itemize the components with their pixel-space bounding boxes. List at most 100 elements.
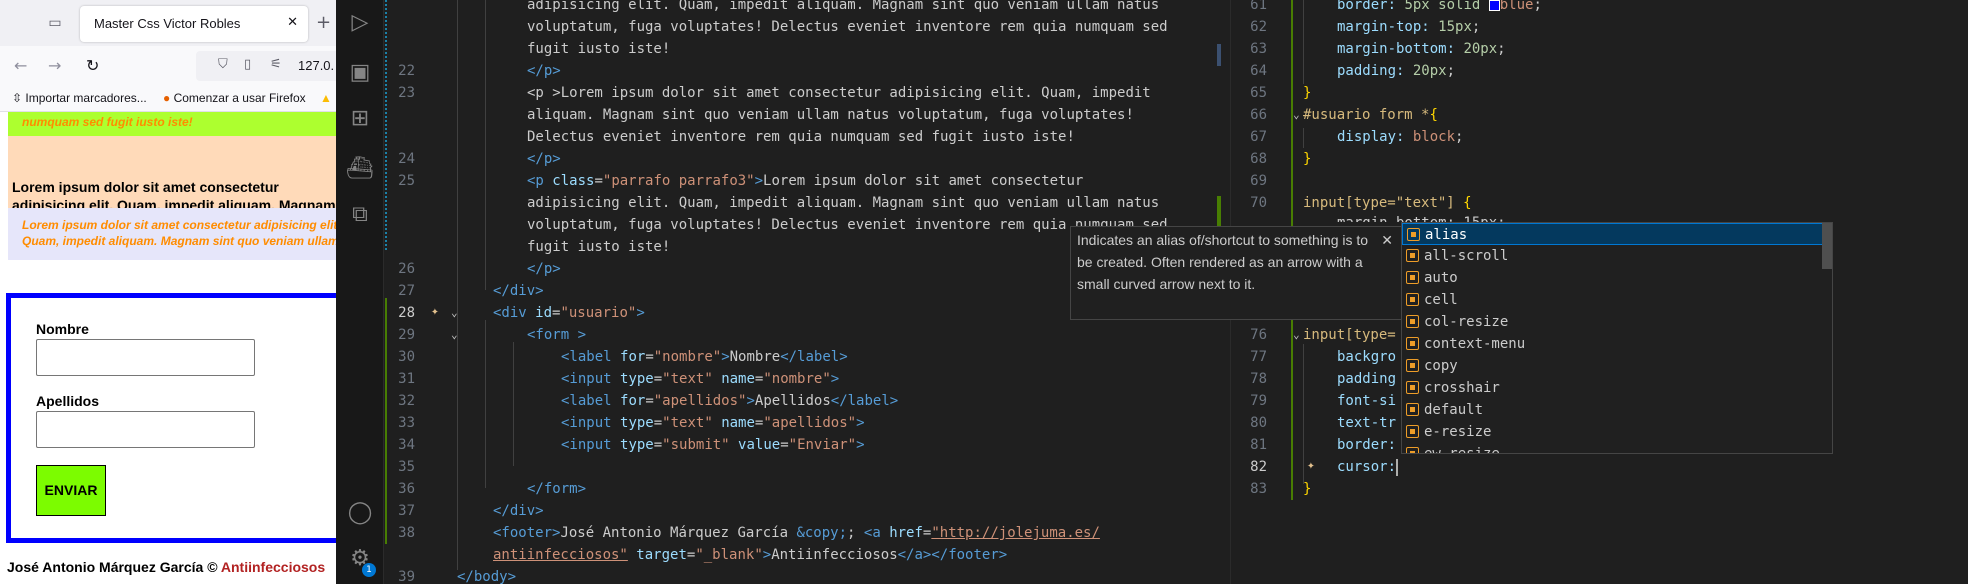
css-property: margin-bottom: (1337, 41, 1456, 57)
suggest-widget: alias all-scroll auto cell col-resize co… (1401, 222, 1833, 454)
target-value: "_blank" (695, 547, 763, 563)
nombre-input[interactable] (36, 339, 255, 376)
suggestion-item[interactable]: copy (1402, 355, 1832, 377)
apellidos-input[interactable] (36, 411, 255, 448)
css-property: margin-top: (1337, 19, 1430, 35)
suggestion-item[interactable]: cell (1402, 289, 1832, 311)
suggestion-label: default (1424, 402, 1484, 418)
back-icon[interactable]: ← (14, 56, 27, 75)
close-icon[interactable]: ✕ (287, 15, 298, 30)
indent-guide (457, 0, 458, 570)
css-property: border: (1337, 0, 1397, 13)
suggestion-label: alias (1425, 227, 1468, 243)
active-tab[interactable]: Master Css Victor Robles ✕ (80, 6, 308, 42)
css-line-68: } (1303, 151, 1312, 167)
line-number: 34 (398, 437, 415, 453)
bookmark-import-label: Importar marcadores... (25, 91, 147, 105)
suggestion-item[interactable]: alias (1402, 223, 1832, 245)
fold-chevron-icon[interactable]: ⌄ (451, 306, 458, 319)
line-number: 27 (398, 283, 415, 299)
type-value: "text" (662, 415, 713, 431)
reload-icon[interactable]: ↻ (86, 56, 99, 75)
copilot-sparkle-icon[interactable]: ✦ (431, 304, 439, 319)
suggestion-item[interactable]: auto (1402, 267, 1832, 289)
value-icon (1406, 447, 1419, 453)
href-value[interactable]: antiinfecciosos" (493, 547, 628, 563)
drive-icon[interactable]: ▲ (320, 91, 332, 105)
css-selector: [type="text"] (1345, 195, 1455, 211)
enviar-button[interactable]: ENVIAR (36, 465, 106, 516)
footer-link[interactable]: Antiinfecciosos (221, 559, 325, 575)
css-property: display: (1337, 129, 1405, 145)
code-line-27: </div> (493, 283, 544, 299)
fold-chevron-icon[interactable]: ⌄ (451, 328, 458, 341)
url-text[interactable]: 127.0. (298, 58, 334, 73)
css-line-61: border: 5px solid blue; (1337, 0, 1542, 16)
account-icon[interactable]: ◯ (336, 500, 384, 525)
settings-icon[interactable]: ⚙ (336, 546, 384, 571)
code-line-28: <div id="usuario"> (493, 305, 645, 321)
value-icon (1406, 403, 1419, 416)
close-icon[interactable]: ✕ (1381, 229, 1393, 251)
css-line-71-partial: margin-bottom: 15px; (1337, 212, 1506, 222)
code-line-26: </p> (527, 261, 561, 277)
css-line-80: text-tr (1337, 415, 1397, 431)
suggest-scrollbar[interactable] (1822, 223, 1832, 269)
shield-icon[interactable]: ⛉ (218, 57, 228, 72)
remote-explorer-icon[interactable]: ▣ (336, 60, 384, 85)
suggestion-item[interactable]: all-scroll (1402, 245, 1832, 267)
css-line-79: font-si (1337, 393, 1397, 409)
code-line-30: <label for="nombre">Nombre</label> (561, 349, 848, 365)
suggestion-item[interactable]: col-resize (1402, 311, 1832, 333)
bookmark-firefox[interactable]: ● Comenzar a usar Firefox (163, 91, 306, 105)
suggestion-label: ew-resize (1424, 446, 1500, 454)
type-value: "submit" (662, 437, 730, 453)
suggestion-item[interactable]: ew-resize (1402, 443, 1832, 454)
fold-chevron-icon[interactable]: ⌄ (1293, 108, 1300, 121)
suggestion-item[interactable]: e-resize (1402, 421, 1832, 443)
line-number: 30 (398, 349, 415, 365)
css-line-81: border: (1337, 437, 1397, 453)
footer-code-text: José Antonio Márquez García (560, 525, 797, 541)
value-icon (1406, 315, 1419, 328)
new-tab-icon[interactable]: + (316, 12, 331, 33)
fold-chevron-icon[interactable]: ⌄ (1293, 328, 1300, 341)
css-line-64: padding: 20px; (1337, 63, 1456, 79)
bookmark-import[interactable]: ⇳ Importar marcadores... (12, 91, 147, 105)
code-wrap-21-b: voluptatum, fuga voluptates! Delectus ev… (527, 19, 1168, 35)
page-icon[interactable]: ▯ (244, 57, 251, 72)
line-number: 61 (1250, 0, 1267, 13)
url-bar[interactable]: ⛉ ▯ ⚟ 127.0. (196, 51, 336, 81)
href-value[interactable]: "http://jolejuma.es/ (931, 525, 1100, 541)
line-number: 77 (1250, 349, 1267, 365)
minimap-marker (1217, 44, 1221, 66)
suggestion-label: context-menu (1424, 336, 1526, 352)
code-line-33: <input type="text" name="apellidos"> (561, 415, 865, 431)
run-debug-icon[interactable]: ▷ (336, 10, 384, 35)
suggestion-item[interactable]: context-menu (1402, 333, 1832, 355)
line-number: 65 (1250, 85, 1267, 101)
code-line-31: <input type="text" name="nombre"> (561, 371, 840, 387)
suggestion-item[interactable]: default (1402, 399, 1832, 421)
line-number: 31 (398, 371, 415, 387)
suggestion-item[interactable]: crosshair (1402, 377, 1832, 399)
line-number: 81 (1250, 437, 1267, 453)
line-number: 68 (1250, 151, 1267, 167)
live-share-icon[interactable]: ⧉ (336, 202, 384, 227)
docker-icon[interactable]: ⛴ (336, 156, 384, 181)
name-value: "apellidos" (763, 415, 857, 431)
type-value: "text" (662, 371, 713, 387)
entity: &copy; (796, 525, 848, 541)
bookmarks-toolbar: ⇳ Importar marcadores... ● Comenzar a us… (0, 86, 336, 112)
permissions-icon[interactable]: ⚟ (270, 57, 282, 72)
lime-paragraph: numquam sed fugit iusto iste! (8, 112, 336, 136)
copilot-sparkle-icon[interactable]: ✦ (1307, 458, 1315, 473)
line-number: 76 (1250, 327, 1267, 343)
tab-list-icon[interactable]: ▭ (45, 13, 65, 33)
code-line-37: </div> (493, 503, 544, 519)
forward-icon[interactable]: → (48, 56, 61, 75)
color-swatch[interactable] (1488, 0, 1500, 11)
extensions-icon[interactable]: ⊞ (336, 106, 384, 131)
code-line-32: <label for="apellidos">Apellidos</label> (561, 393, 899, 409)
line-number: 23 (398, 85, 415, 101)
